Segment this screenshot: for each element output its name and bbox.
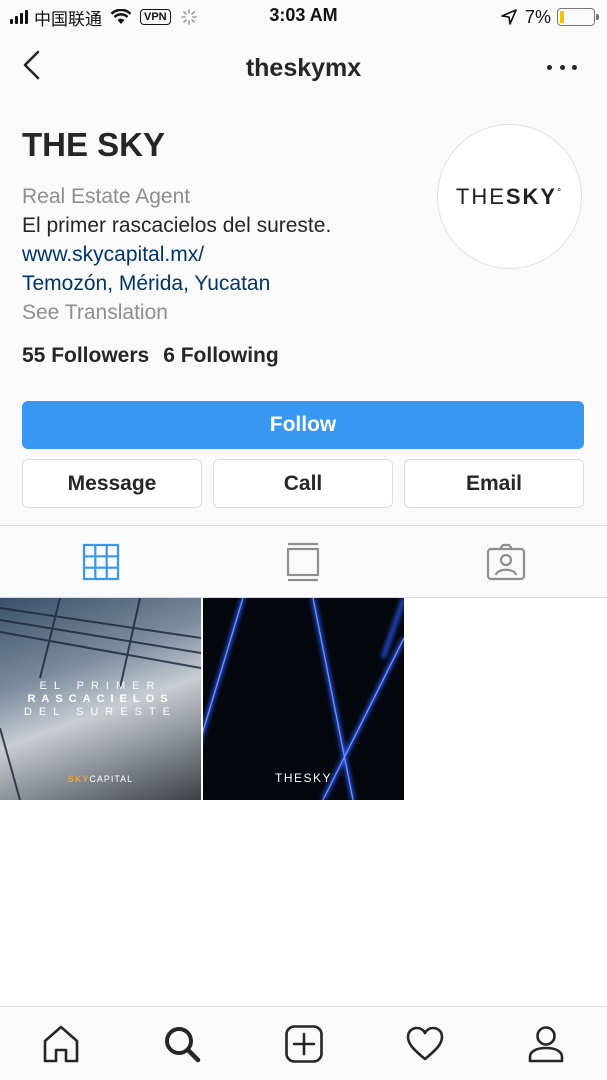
posts-grid: EL PRIMER RASCACIELOS DEL SURESTE SKYCAP…	[0, 598, 607, 1006]
post-thumbnail[interactable]: THESKY	[203, 598, 404, 800]
avatar[interactable]: THESKY°	[437, 124, 582, 269]
profile-bio: Real Estate Agent El primer rascacielos …	[22, 182, 331, 327]
more-options-button[interactable]	[547, 60, 577, 74]
location-arrow-icon	[501, 9, 517, 25]
battery-level	[560, 11, 565, 23]
following-count[interactable]: 6 Following	[163, 344, 279, 368]
avatar-logo-light: THE	[455, 183, 506, 209]
message-button[interactable]: Message	[22, 459, 202, 508]
blue-light-beams	[203, 598, 404, 800]
nav-home[interactable]	[0, 1007, 121, 1080]
brand-part: SKY	[67, 774, 90, 784]
location-link[interactable]: Temozón, Mérida, Yucatan	[22, 269, 331, 298]
nav-new-post[interactable]	[243, 1007, 364, 1080]
post-brand-logo: THESKY	[274, 771, 332, 785]
contact-buttons: Message Call Email	[22, 459, 584, 508]
follow-button[interactable]: Follow	[22, 401, 584, 449]
search-icon	[165, 1026, 201, 1062]
avatar-logo-mark: °	[557, 187, 564, 199]
brand-part: CAPITAL	[89, 774, 134, 784]
feed-list-icon	[287, 542, 320, 581]
website-link[interactable]: www.skycapital.mx/	[22, 240, 331, 269]
tab-grid[interactable]	[0, 526, 202, 597]
profile-stats: 55 Followers 6 Following	[22, 344, 279, 368]
profile-name: THE SKY	[22, 126, 166, 163]
more-dot	[547, 64, 552, 70]
top-nav: theskymx	[0, 34, 607, 100]
avatar-logo: THESKY°	[456, 184, 563, 210]
tagged-photos-icon	[486, 543, 525, 580]
bio-text: El primer rascacielos del sureste.	[22, 214, 332, 237]
heart-icon	[406, 1026, 444, 1060]
call-button[interactable]: Call	[213, 459, 393, 508]
see-translation-link[interactable]: See Translation	[22, 298, 331, 327]
profile-tabs	[0, 525, 607, 598]
grid-icon	[83, 543, 120, 580]
tab-feed[interactable]	[202, 526, 404, 597]
username-title: theskymx	[245, 54, 362, 82]
profile-category: Real Estate Agent	[22, 185, 191, 208]
post-brand-logo: SKYCAPITAL	[0, 774, 201, 784]
home-icon	[43, 1025, 79, 1062]
avatar-logo-bold: SKY	[505, 183, 558, 209]
battery-percent: 7%	[524, 6, 551, 27]
followers-count[interactable]: 55 Followers	[22, 344, 149, 368]
post-caption-line: RASCACIELOS	[27, 693, 174, 705]
nav-profile[interactable]	[486, 1007, 607, 1080]
nav-activity[interactable]	[364, 1007, 485, 1080]
post-caption-line: EL PRIMER	[39, 680, 162, 692]
add-post-icon	[284, 1024, 323, 1063]
post-thumbnail[interactable]: EL PRIMER RASCACIELOS DEL SURESTE SKYCAP…	[0, 598, 201, 800]
email-button[interactable]: Email	[404, 459, 584, 508]
post-caption-line: DEL SURESTE	[23, 706, 177, 718]
more-dot	[559, 64, 565, 70]
nav-search[interactable]	[121, 1007, 242, 1080]
battery-icon	[557, 8, 599, 26]
bottom-tab-bar	[0, 1006, 607, 1080]
tab-tagged[interactable]	[405, 526, 607, 597]
status-bar: 中国联通 VPN 3:03 AM 7%	[0, 0, 607, 34]
status-right: 7%	[501, 6, 599, 28]
more-dot	[572, 64, 577, 70]
profile-icon	[529, 1025, 564, 1062]
